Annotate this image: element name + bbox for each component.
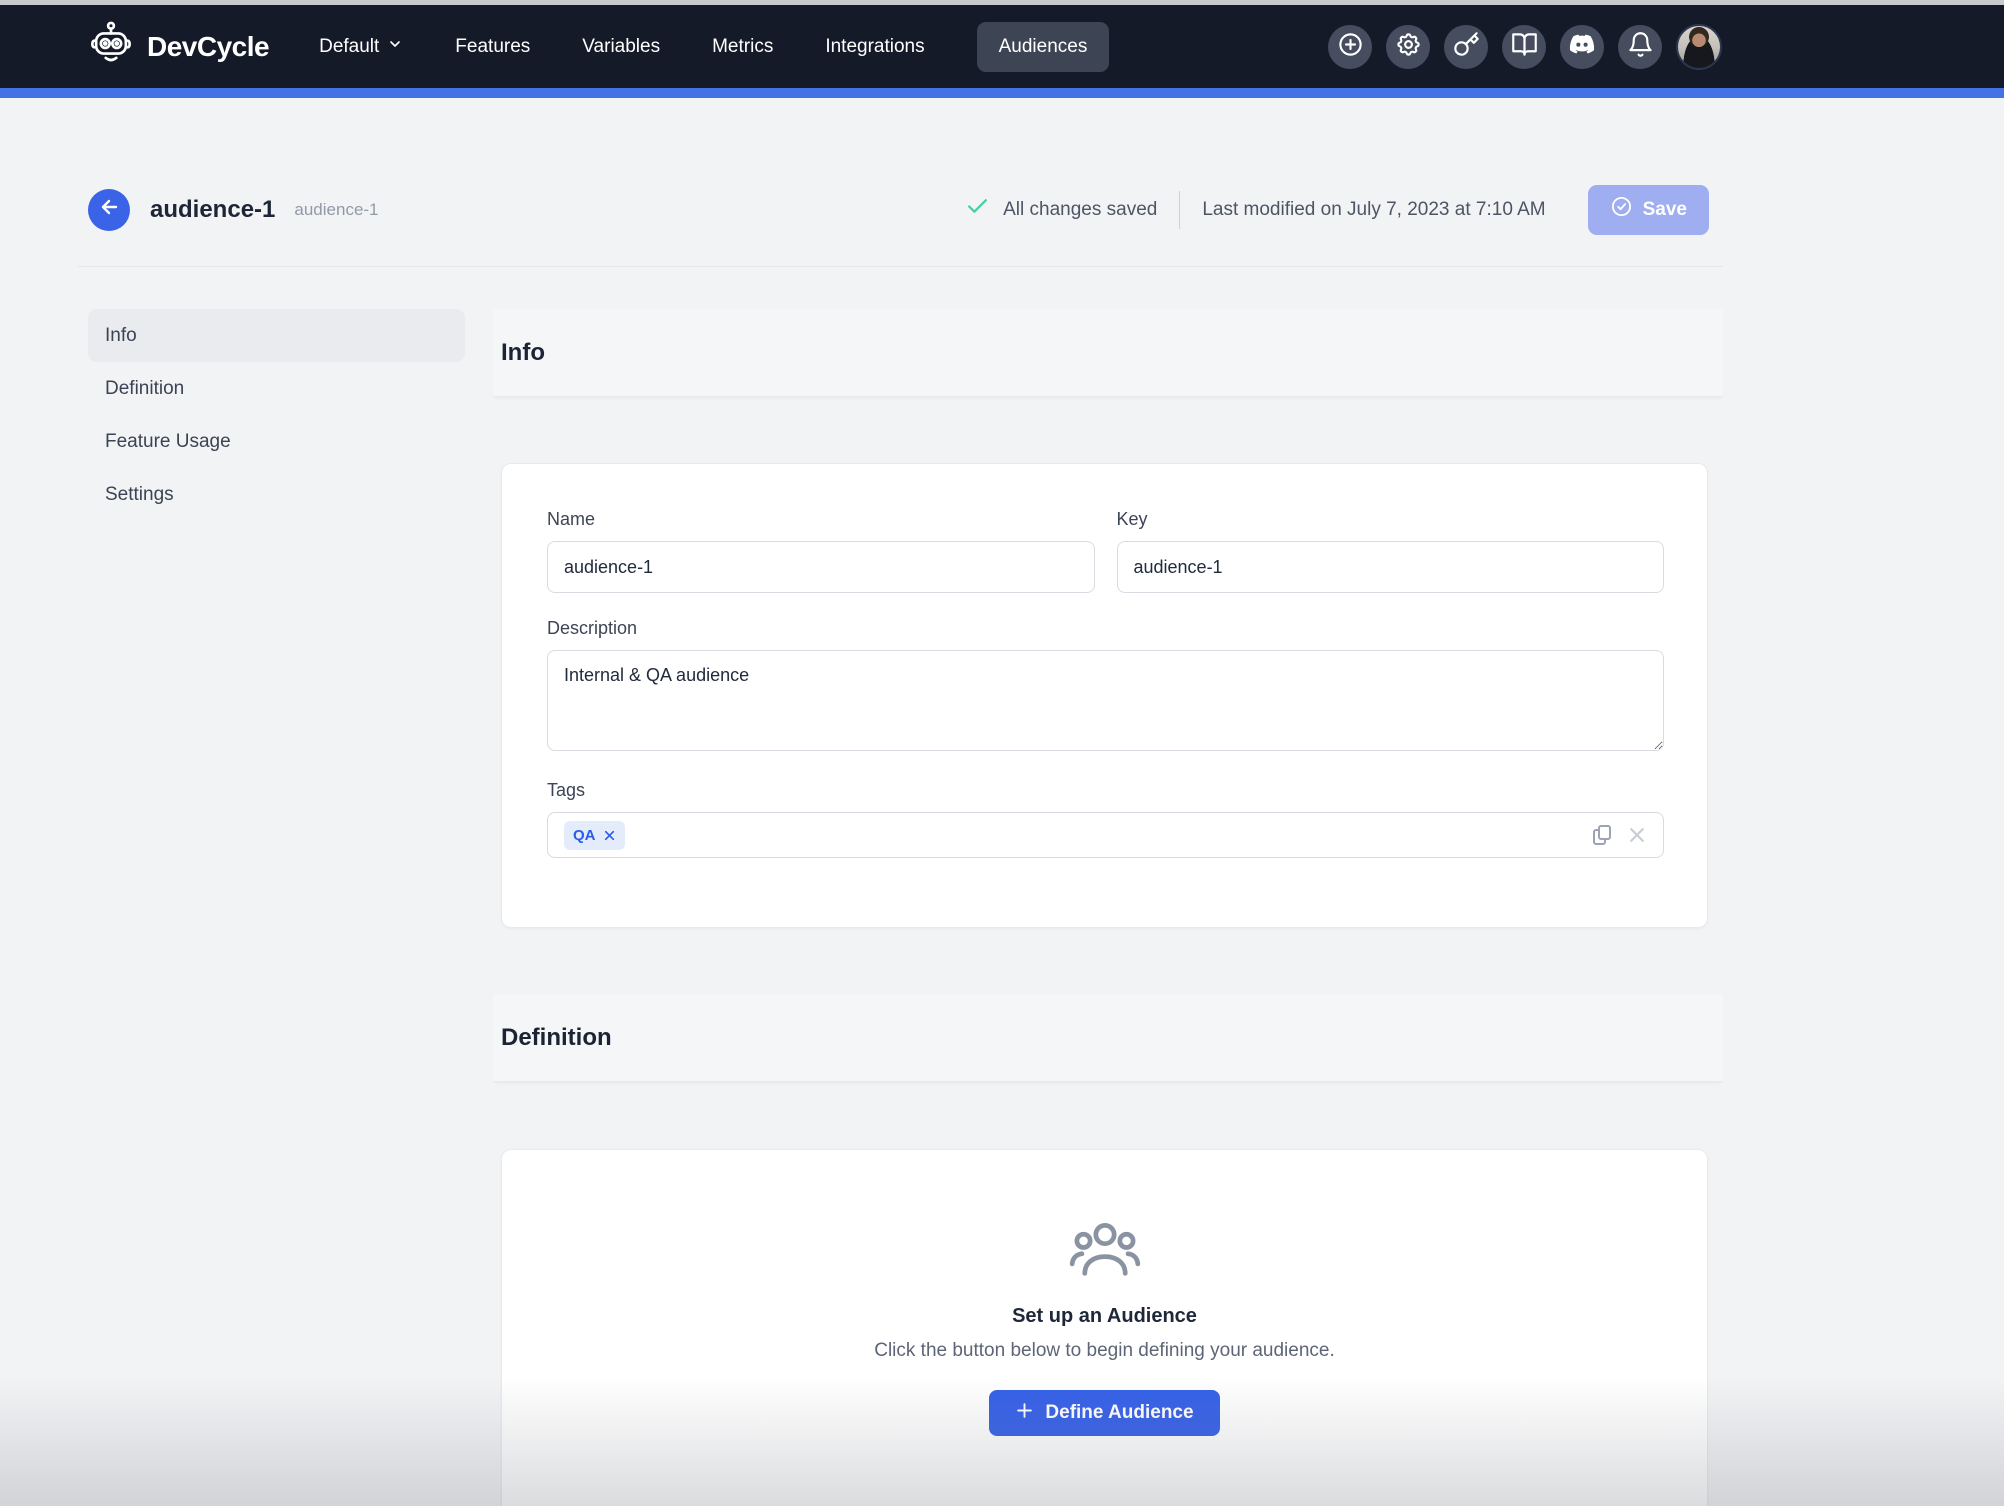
saved-status: All changes saved [965, 194, 1157, 225]
check-icon [965, 194, 990, 225]
nav-item-metrics[interactable]: Metrics [712, 36, 773, 58]
page-subtitle-key: audience-1 [294, 199, 379, 219]
plus-circle-icon [1337, 31, 1364, 63]
back-button[interactable] [88, 188, 130, 231]
saved-status-label: All changes saved [1003, 198, 1158, 220]
nav-item-default-project-dropdown[interactable]: Default [319, 36, 403, 58]
key-input[interactable] [1116, 541, 1664, 593]
discord-icon [1568, 30, 1596, 63]
save-button-label: Save [1642, 198, 1687, 220]
nav-item-variables[interactable]: Variables [582, 36, 660, 58]
key-field-group: Key [1116, 509, 1664, 593]
bell-icon [1627, 31, 1654, 63]
chevron-down-icon [387, 36, 403, 58]
key-icon [1453, 31, 1480, 63]
clear-tags-icon[interactable] [1627, 825, 1647, 845]
arrow-left-icon [97, 195, 121, 224]
description-textarea[interactable]: Internal & QA audience [547, 650, 1664, 751]
main-container: audience-1 audience-1 All changes saved … [78, 98, 1723, 1506]
tags-field-group: Tags QA [547, 780, 1664, 858]
key-label: Key [1116, 509, 1148, 529]
copy-icon[interactable] [1590, 823, 1614, 847]
define-audience-button[interactable]: Define Audience [989, 1390, 1220, 1436]
tag-chip-label: QA [573, 826, 596, 844]
tags-label: Tags [547, 780, 586, 800]
settings-button[interactable] [1386, 24, 1430, 69]
definition-section-heading: Definition [501, 1023, 612, 1051]
sidebar-item-settings[interactable]: Settings [88, 468, 465, 521]
description-field-group: Description Internal & QA audience [547, 618, 1664, 756]
header-right: All changes saved Last modified on July … [965, 184, 1723, 235]
tags-input[interactable]: QA [547, 812, 1664, 858]
page-header: audience-1 audience-1 All changes saved … [78, 98, 1723, 267]
devcycle-logo[interactable]: DevCycle [88, 21, 270, 72]
user-avatar[interactable] [1676, 23, 1722, 70]
name-input[interactable] [547, 541, 1095, 593]
robot-logo-icon [88, 21, 134, 72]
section-sidebar: Info Definition Feature Usage Settings [88, 309, 465, 521]
tag-chip-qa: QA [564, 820, 625, 850]
name-key-row: Name Key [547, 509, 1664, 593]
definition-card: Set up an Audience Click the button belo… [501, 1149, 1708, 1506]
nav-item-audiences-active[interactable]: Audiences [976, 21, 1110, 72]
empty-state-title: Set up an Audience [1012, 1305, 1197, 1327]
top-navigation-bar: DevCycle Default Features Variables Metr… [0, 5, 2004, 88]
documentation-button[interactable] [1502, 24, 1546, 69]
create-new-button[interactable] [1328, 24, 1372, 69]
content-column: Info Name Key Description Internal & QA … [493, 309, 1723, 1506]
tags-actions [1590, 823, 1647, 847]
notifications-button[interactable] [1618, 24, 1662, 69]
tag-remove-icon[interactable] [603, 829, 616, 842]
info-section-heading: Info [501, 338, 545, 366]
sidebar-item-info[interactable]: Info [88, 309, 465, 362]
info-section-header: Info [493, 309, 1723, 397]
last-modified-label: Last modified on July 7, 2023 at 7:10 AM [1202, 198, 1546, 220]
save-button[interactable]: Save [1587, 184, 1709, 235]
nav-inner: DevCycle Default Features Variables Metr… [88, 5, 1722, 88]
name-label: Name [547, 509, 596, 529]
name-field-group: Name [547, 509, 1095, 593]
nav-item-features[interactable]: Features [455, 36, 530, 58]
discord-community-button[interactable] [1560, 24, 1604, 69]
content-row: Info Definition Feature Usage Settings I… [78, 309, 1723, 1506]
header-divider [1179, 190, 1181, 229]
define-audience-label: Define Audience [1045, 1402, 1194, 1423]
sidebar-item-feature-usage[interactable]: Feature Usage [88, 415, 465, 468]
brand-name: DevCycle [147, 30, 270, 62]
api-keys-button[interactable] [1444, 24, 1488, 69]
info-card: Name Key Description Internal & QA audie… [501, 463, 1708, 928]
definition-section-header: Definition [493, 994, 1723, 1082]
plus-icon [1015, 1401, 1034, 1426]
book-icon [1511, 31, 1538, 63]
nav-item-integrations[interactable]: Integrations [825, 36, 924, 58]
page-title: audience-1 [150, 195, 276, 223]
sidebar-item-definition[interactable]: Definition [88, 362, 465, 415]
users-group-icon [1067, 1222, 1143, 1284]
empty-state-subtitle: Click the button below to begin defining… [874, 1340, 1335, 1361]
accent-bar [0, 88, 2004, 98]
description-label: Description [547, 618, 638, 638]
circle-check-icon [1610, 195, 1633, 224]
nav-links: Default Features Variables Metrics Integ… [319, 21, 1110, 72]
gear-icon [1395, 31, 1422, 63]
